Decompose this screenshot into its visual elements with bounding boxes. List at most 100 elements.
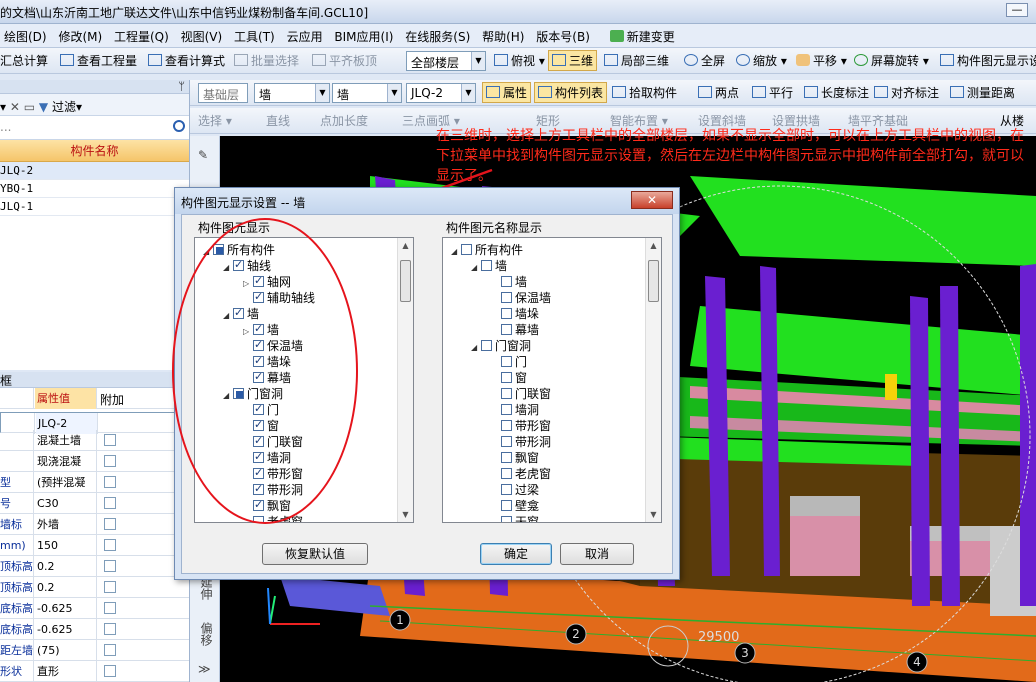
tree-node[interactable]: 门联窗: [243, 433, 303, 450]
tree-node[interactable]: ◢ 所有构件: [203, 242, 275, 258]
view-formula-button[interactable]: 查看计算式: [148, 52, 225, 69]
right-tree-scrollbar[interactable]: ▲ ▼: [645, 238, 661, 522]
tree-checkbox[interactable]: [501, 324, 512, 335]
extra-checkbox[interactable]: [104, 644, 116, 656]
expander-icon[interactable]: ◢: [223, 388, 233, 404]
top-view-button[interactable]: 俯视 ▾: [494, 52, 545, 69]
summary-button[interactable]: 汇总计算: [0, 52, 48, 69]
extra-checkbox[interactable]: [104, 581, 116, 593]
tree-node[interactable]: ◢墙: [471, 258, 507, 274]
menu-bim[interactable]: BIM应用(I): [330, 24, 397, 45]
tree-checkbox[interactable]: [253, 449, 264, 465]
two-points-button[interactable]: 两点: [698, 84, 739, 101]
tree-node[interactable]: 墙垛: [491, 306, 539, 322]
tree-checkbox[interactable]: [501, 468, 512, 479]
dropdown-icon[interactable]: ▾: [0, 100, 10, 114]
tree-checkbox[interactable]: [501, 292, 512, 303]
property-value[interactable]: 直形: [35, 661, 97, 682]
tree-node[interactable]: 门: [491, 354, 527, 370]
tree-node[interactable]: 墙洞: [243, 449, 291, 466]
tree-node[interactable]: 墙洞: [491, 402, 539, 418]
tree-checkbox[interactable]: [501, 356, 512, 367]
expander-icon[interactable]: ◢: [451, 244, 461, 260]
type-select-1[interactable]: 墙 ▼: [254, 83, 330, 103]
chevron-down-icon[interactable]: ≫: [198, 662, 211, 676]
tree-node[interactable]: 保温墙: [491, 290, 551, 306]
tree-checkbox[interactable]: [253, 337, 264, 353]
extra-checkbox[interactable]: [104, 602, 116, 614]
tree-checkbox[interactable]: [461, 244, 472, 255]
tree-node[interactable]: 带形窗: [243, 465, 303, 482]
property-value[interactable]: 150: [35, 535, 97, 556]
tree-checkbox[interactable]: [253, 465, 264, 481]
property-row[interactable]: 墙标 外墙: [0, 514, 189, 535]
property-button[interactable]: 属性: [482, 82, 532, 103]
tree-node[interactable]: 老虎窗: [491, 466, 551, 482]
property-value[interactable]: 0.2: [35, 577, 97, 598]
tree-checkbox[interactable]: [501, 452, 512, 463]
extra-checkbox[interactable]: [104, 560, 116, 572]
pin-icon[interactable]: ᛘ: [178, 80, 185, 93]
tree-checkbox[interactable]: [213, 244, 224, 255]
tree-node[interactable]: 过梁: [491, 482, 539, 498]
copy-icon[interactable]: ▭: [24, 100, 39, 114]
search-icon[interactable]: [173, 120, 185, 132]
tree-checkbox[interactable]: [253, 321, 264, 337]
tree-node[interactable]: ◢ 所有构件: [451, 242, 523, 258]
three-d-button[interactable]: 三维: [548, 50, 598, 71]
extra-checkbox[interactable]: [104, 518, 116, 530]
element-name-display-tree[interactable]: ▲ ▼ ◢ 所有构件 ◢ 墙墙保温墙 墙垛 幕墙 ◢ 门窗洞门窗门联窗 墙洞 带形窗 带形洞 飘窗 老虎窗…: [442, 237, 662, 523]
tree-checkbox[interactable]: [501, 436, 512, 447]
menu-draw[interactable]: 绘图(D): [0, 24, 51, 45]
scroll-thumb[interactable]: [400, 260, 411, 302]
tree-node[interactable]: ◢ 门窗洞: [471, 338, 531, 354]
tree-checkbox[interactable]: [253, 273, 264, 289]
extra-checkbox[interactable]: [104, 476, 116, 488]
expander-icon[interactable]: ◢: [471, 260, 481, 276]
tree-checkbox[interactable]: [233, 257, 244, 273]
tree-node[interactable]: 带形窗: [491, 418, 551, 434]
tree-node[interactable]: 天窗: [491, 514, 539, 522]
pan-button[interactable]: 平移 ▾: [796, 52, 847, 69]
menu-online[interactable]: 在线服务(S): [401, 24, 474, 45]
tree-node[interactable]: 辅助轴线: [243, 289, 315, 306]
extra-checkbox[interactable]: [104, 434, 116, 446]
tree-checkbox[interactable]: [501, 420, 512, 431]
property-value[interactable]: 0.2: [35, 556, 97, 577]
tree-checkbox[interactable]: [233, 388, 244, 399]
tree-node[interactable]: 带形洞: [491, 434, 551, 450]
tree-node[interactable]: 窗: [243, 417, 279, 434]
tree-checkbox[interactable]: [481, 340, 492, 351]
expander-icon[interactable]: ◢: [223, 260, 233, 276]
extra-checkbox[interactable]: [104, 623, 116, 635]
ok-button[interactable]: 确定: [480, 543, 552, 565]
property-row[interactable]: 号 C30: [0, 493, 189, 514]
tree-node[interactable]: ◢ 门窗洞: [223, 386, 283, 402]
element-display-button[interactable]: 构件图元显示设: [940, 52, 1036, 69]
tree-node[interactable]: ◢ 轴线: [223, 257, 271, 276]
element-name-column-header[interactable]: 构件名称: [0, 140, 189, 162]
tree-checkbox[interactable]: [253, 417, 264, 433]
tree-node[interactable]: ▷轴网: [243, 273, 291, 290]
scroll-up-icon[interactable]: ▲: [646, 238, 661, 253]
tree-node[interactable]: 墙: [491, 274, 527, 290]
property-value[interactable]: -0.625: [35, 619, 97, 640]
screen-rotate-button[interactable]: 屏幕旋转 ▾: [854, 52, 929, 69]
list-item[interactable]: YBQ-1: [0, 180, 189, 198]
property-row[interactable]: 顶标高 0.2: [0, 577, 189, 598]
tree-checkbox[interactable]: [253, 433, 264, 449]
layer-select[interactable]: 基础层: [198, 83, 248, 103]
scroll-down-icon[interactable]: ▼: [646, 507, 661, 522]
property-row[interactable]: mm) 150: [0, 535, 189, 556]
offset-label[interactable]: 偏移: [198, 622, 215, 646]
extra-checkbox[interactable]: [104, 455, 116, 467]
tree-node[interactable]: 飘窗: [491, 450, 539, 466]
delete-icon[interactable]: ✕: [10, 100, 24, 114]
tree-checkbox[interactable]: [253, 369, 264, 385]
tree-checkbox[interactable]: [501, 388, 512, 399]
view-quantity-button[interactable]: 查看工程量: [60, 52, 137, 69]
tree-node[interactable]: 壁龛: [491, 498, 539, 514]
expander-icon[interactable]: ◢: [203, 244, 213, 260]
tree-node[interactable]: ▷墙: [243, 321, 279, 338]
property-value[interactable]: -0.625: [35, 598, 97, 619]
